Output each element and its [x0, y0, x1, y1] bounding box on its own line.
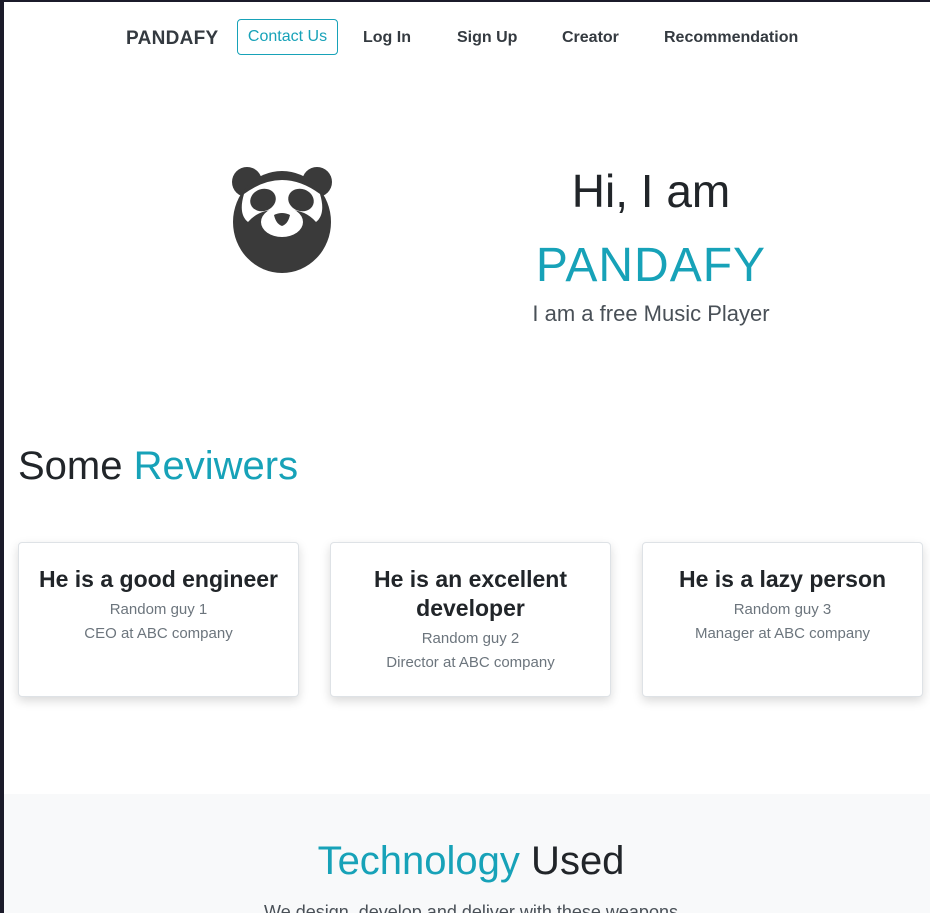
contact-us-button[interactable]: Contact Us [237, 19, 338, 55]
technology-section: Technology Used We design, develop and d… [4, 794, 930, 913]
review-quote: He is an excellent developer [373, 566, 568, 621]
review-quote: He is a lazy person [678, 566, 887, 592]
review-card: He is a good engineer Random guy 1 CEO a… [18, 542, 299, 697]
reviewers-heading-plain: Some [18, 444, 134, 488]
review-card: He is an excellent developer Random guy … [330, 542, 611, 697]
nav-link-creator[interactable]: Creator [562, 29, 619, 47]
nav-link-login[interactable]: Log In [363, 29, 411, 47]
panda-logo-icon [232, 167, 332, 273]
hero-name: PANDAFY [535, 239, 767, 292]
nav-link-recommendation[interactable]: Recommendation [664, 29, 798, 47]
nav-link-signup[interactable]: Sign Up [457, 29, 517, 47]
reviewer-name: Random guy 2 [421, 630, 520, 647]
hero-subtitle: I am a free Music Player [532, 301, 770, 326]
review-card: He is a lazy person Random guy 3 Manager… [642, 542, 923, 697]
technology-heading-plain: Used [519, 839, 625, 883]
navbar: PANDAFY Contact Us Log In Sign Up Creato… [4, 2, 930, 78]
reviewer-role: Director at ABC company [386, 654, 555, 671]
reviewers-heading: Some Reviwers [18, 444, 298, 489]
brand-logo[interactable]: PANDAFY [126, 28, 219, 50]
reviewer-role: CEO at ABC company [84, 625, 233, 642]
reviewer-role: Manager at ABC company [694, 625, 871, 642]
reviewer-name: Random guy 3 [733, 601, 832, 618]
review-quote: He is a good engineer [39, 566, 278, 592]
reviewer-name: Random guy 1 [109, 601, 208, 618]
technology-subtitle: We design, develop and deliver with thes… [264, 902, 678, 913]
technology-heading-accent: Technology [317, 839, 520, 883]
hero-greeting: Hi, I am [571, 165, 731, 217]
technology-heading: Technology Used [4, 839, 930, 884]
page: PANDAFY Contact Us Log In Sign Up Creato… [4, 2, 930, 913]
reviewers-heading-accent: Reviwers [133, 444, 299, 488]
